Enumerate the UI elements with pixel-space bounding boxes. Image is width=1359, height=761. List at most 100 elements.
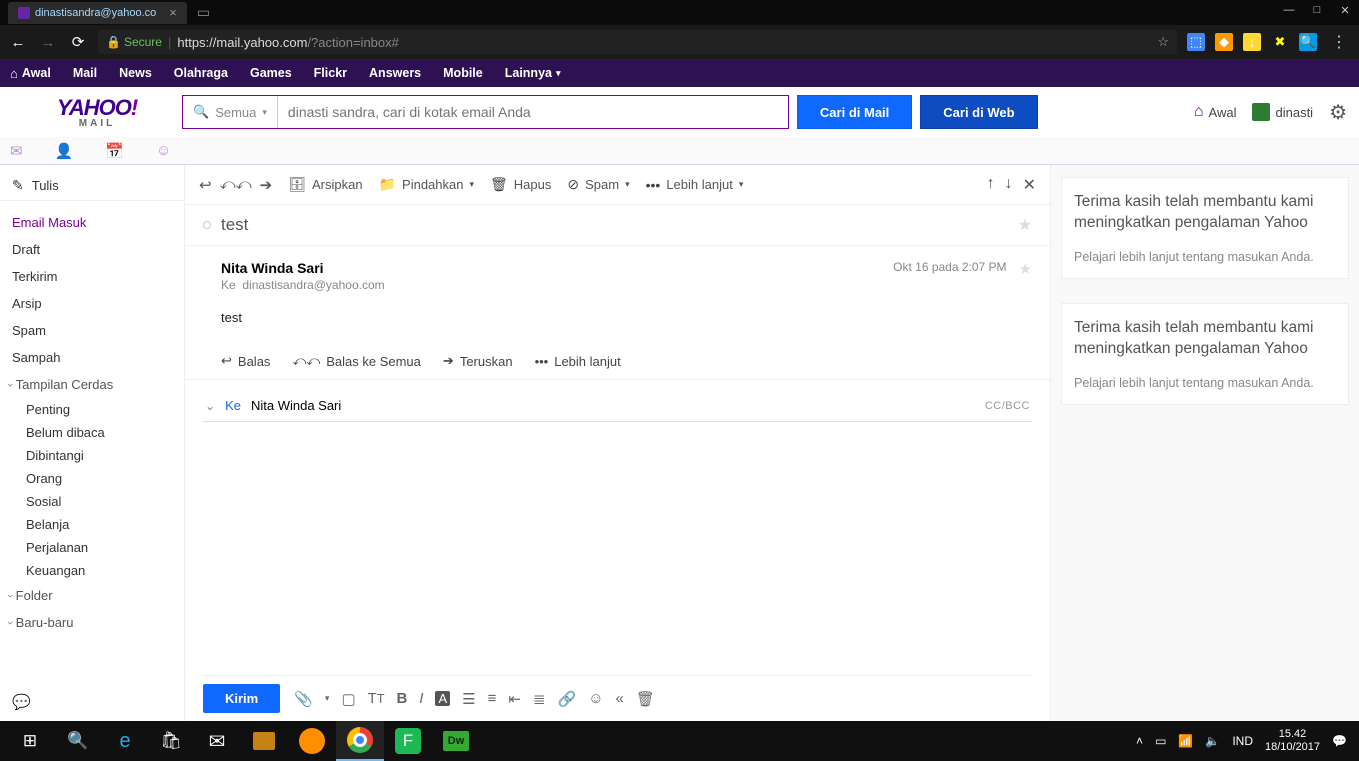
search-taskbar-icon[interactable]: 🔍	[54, 721, 102, 761]
close-message-icon[interactable]: ✕	[1023, 175, 1036, 195]
smart-starred[interactable]: Dibintangi	[0, 444, 184, 467]
search-mail-button[interactable]: Cari di Mail	[797, 95, 912, 129]
tray-language[interactable]: IND	[1232, 734, 1253, 748]
compose-button[interactable]: ✎ Tulis	[0, 171, 184, 201]
smart-people[interactable]: Orang	[0, 467, 184, 490]
tray-volume-icon[interactable]: 🔈	[1205, 734, 1220, 748]
indent-icon[interactable]: ⇤	[508, 690, 521, 708]
font-size-icon[interactable]: TT	[368, 690, 385, 707]
uhf-mail[interactable]: Mail	[73, 66, 97, 80]
star-icon[interactable]: ★	[1018, 215, 1032, 235]
toolbar-back-icon[interactable]: ↩	[199, 176, 212, 194]
header-home-link[interactable]: ⌂Awal	[1194, 103, 1237, 121]
window-close-icon[interactable]: ✕	[1331, 0, 1359, 20]
spam-button[interactable]: ⊘Spam▾	[567, 176, 629, 193]
smart-social[interactable]: Sosial	[0, 490, 184, 513]
send-button[interactable]: Kirim	[203, 684, 280, 713]
taskbar-mail-icon[interactable]: ✉	[194, 725, 240, 757]
settings-gear-icon[interactable]: ⚙	[1329, 100, 1347, 125]
emoji-icon[interactable]: ☺	[588, 690, 603, 707]
uhf-news[interactable]: News	[119, 66, 152, 80]
tray-battery-icon[interactable]: ▭	[1155, 734, 1166, 748]
browser-tab[interactable]: dinastisandra@yahoo.co ×	[8, 2, 187, 24]
yahoo-mail-logo[interactable]: YAHOO! MAIL	[12, 95, 182, 129]
section-recent[interactable]: Baru-baru	[0, 609, 184, 636]
bold-icon[interactable]: B	[396, 690, 407, 707]
compose-editor[interactable]	[203, 422, 1032, 675]
window-minimize-icon[interactable]: —	[1275, 0, 1303, 20]
tab-close-icon[interactable]: ×	[169, 5, 177, 20]
tray-chevron-icon[interactable]: ˄	[1136, 734, 1143, 748]
uhf-home[interactable]: ⌂Awal	[10, 66, 51, 81]
header-profile-link[interactable]: dinasti	[1252, 103, 1313, 121]
extension-icon[interactable]: ⬚	[1187, 33, 1205, 51]
start-button[interactable]: ⊞	[6, 721, 54, 761]
archive-button[interactable]: 🗄Arsipkan	[288, 176, 362, 193]
chrome-menu-icon[interactable]: ⋮	[1331, 32, 1347, 52]
align-icon[interactable]: ≣	[533, 690, 546, 708]
extension-icon[interactable]: ✖	[1271, 33, 1289, 51]
attach-icon[interactable]: 📎	[294, 690, 313, 708]
uhf-games[interactable]: Games	[250, 66, 292, 80]
extension-icon[interactable]: ◆	[1215, 33, 1233, 51]
notepad-tab-icon[interactable]: ☺	[156, 142, 171, 159]
section-smart-views[interactable]: Tampilan Cerdas	[0, 371, 184, 398]
reply-button[interactable]: ↩Balas	[221, 353, 270, 369]
italic-icon[interactable]: I	[419, 690, 423, 707]
folder-archive[interactable]: Arsip	[0, 290, 184, 317]
rail-card-sub[interactable]: Pelajari lebih lanjut tentang masukan An…	[1074, 250, 1336, 264]
toolbar-replyall-icon[interactable]: ⤺⤺	[220, 176, 252, 194]
rail-card-sub[interactable]: Pelajari lebih lanjut tentang masukan An…	[1074, 376, 1336, 390]
mail-tab-icon[interactable]: ✉	[10, 142, 23, 160]
extension-icon[interactable]: ↓	[1243, 33, 1261, 51]
number-list-icon[interactable]: ≡	[488, 690, 497, 707]
taskbar-explorer-icon[interactable]	[240, 721, 288, 761]
more-button[interactable]: •••Lebih lanjut▾	[646, 177, 744, 193]
taskbar-store-icon[interactable]: 🛍	[148, 725, 194, 757]
tray-clock[interactable]: 15.42 18/10/2017	[1265, 728, 1320, 753]
search-web-button[interactable]: Cari di Web	[920, 95, 1037, 129]
link-icon[interactable]: 🔗	[558, 690, 577, 708]
taskbar-app-icon[interactable]: F	[384, 721, 432, 761]
folder-draft[interactable]: Draft	[0, 236, 184, 263]
reply-all-button[interactable]: ⤺⤺Balas ke Semua	[292, 353, 420, 369]
collapse-icon[interactable]: ⌄	[205, 399, 215, 413]
folder-sent[interactable]: Terkirim	[0, 263, 184, 290]
uhf-more[interactable]: Lainnya ▾	[505, 66, 561, 80]
smart-unread[interactable]: Belum dibaca	[0, 421, 184, 444]
search-input[interactable]	[278, 96, 788, 128]
calendar-tab-icon[interactable]: 📅	[105, 142, 124, 160]
taskbar-chrome-icon[interactable]	[336, 721, 384, 761]
collapse-toolbar-icon[interactable]: «	[616, 690, 624, 707]
bookmark-star-icon[interactable]: ☆	[1157, 34, 1169, 50]
smart-travel[interactable]: Perjalanan	[0, 536, 184, 559]
discard-icon[interactable]: 🗑	[636, 690, 655, 708]
nav-reload-icon[interactable]: ⟳	[68, 33, 88, 51]
message-more-button[interactable]: •••Lebih lanjut	[535, 353, 621, 369]
folder-spam[interactable]: Spam	[0, 317, 184, 344]
gif-icon[interactable]: ▢	[341, 690, 355, 708]
tray-notifications-icon[interactable]: 💬	[1332, 734, 1347, 748]
folder-trash[interactable]: Sampah	[0, 344, 184, 371]
section-folders[interactable]: Folder	[0, 582, 184, 609]
bullet-list-icon[interactable]: ☰	[462, 690, 475, 708]
address-bar[interactable]: 🔒 Secure | https://mail.yahoo.com/?actio…	[98, 30, 1177, 54]
folder-inbox[interactable]: Email Masuk	[0, 209, 184, 236]
extension-icon[interactable]: 🔍	[1299, 33, 1317, 51]
messenger-icon[interactable]: 💬	[12, 693, 31, 711]
uhf-mobile[interactable]: Mobile	[443, 66, 483, 80]
cc-bcc-toggle[interactable]: CC/BCC	[985, 400, 1030, 412]
uhf-sports[interactable]: Olahraga	[174, 66, 228, 80]
search-scope-dropdown[interactable]: 🔍 Semua ▾	[183, 96, 278, 128]
chevron-down-icon[interactable]: ▾	[325, 693, 330, 704]
window-maximize-icon[interactable]: □	[1303, 0, 1331, 20]
taskbar-edge-icon[interactable]: e	[102, 725, 148, 757]
move-button[interactable]: 📁Pindahkan▾	[379, 176, 474, 193]
uhf-answers[interactable]: Answers	[369, 66, 421, 80]
taskbar-dreamweaver-icon[interactable]: Dw	[432, 721, 480, 761]
forward-button[interactable]: ➔Teruskan	[443, 353, 513, 369]
smart-shopping[interactable]: Belanja	[0, 513, 184, 536]
delete-button[interactable]: 🗑Hapus	[490, 176, 551, 193]
uhf-flickr[interactable]: Flickr	[314, 66, 347, 80]
smart-important[interactable]: Penting	[0, 398, 184, 421]
